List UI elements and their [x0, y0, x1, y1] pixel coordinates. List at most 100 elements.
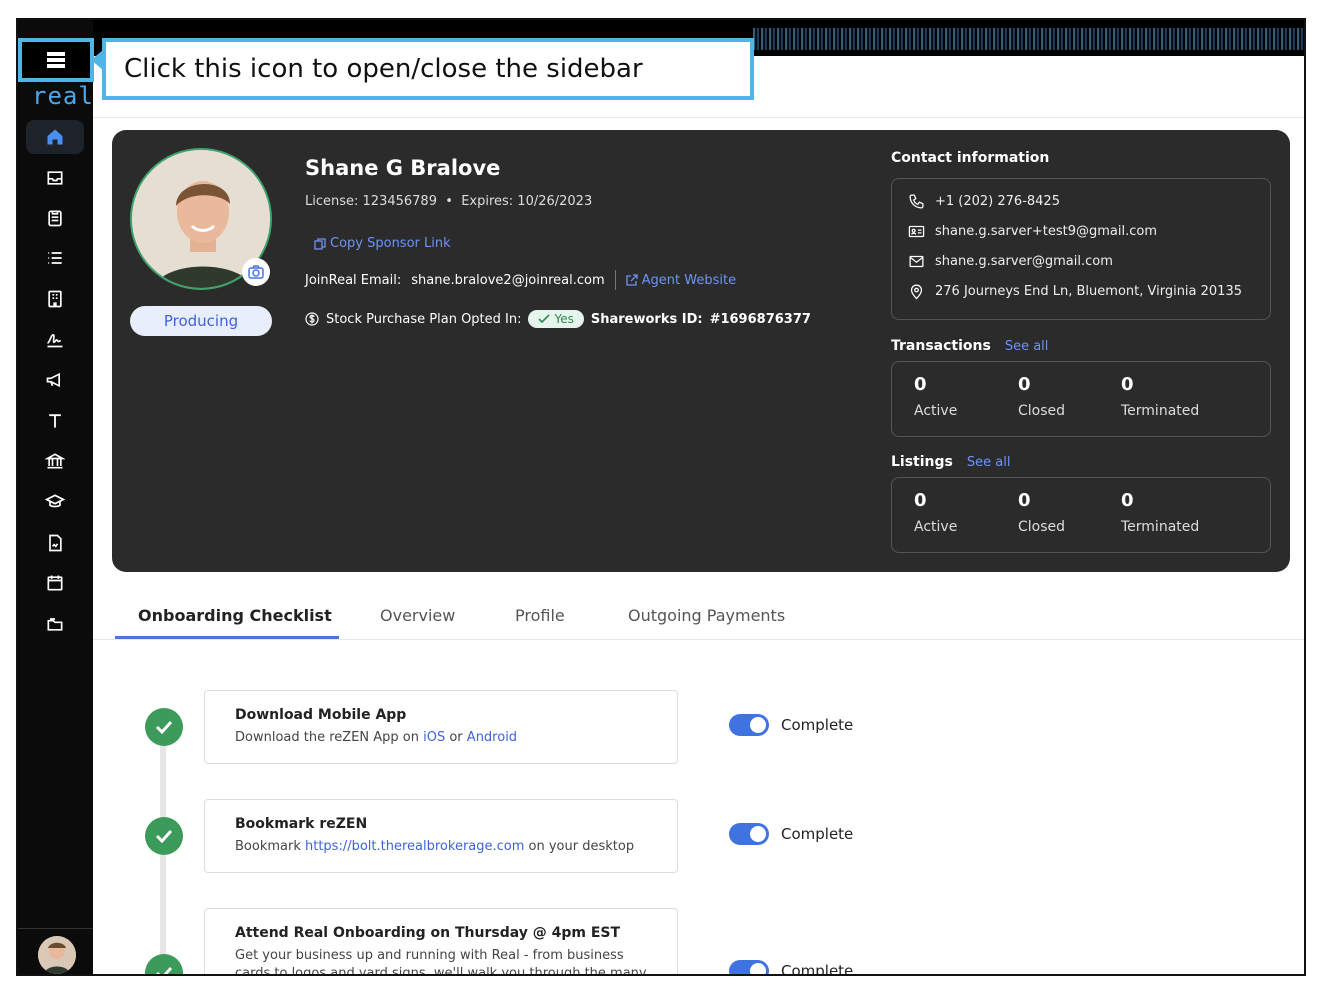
transactions-closed: 0 Closed — [1018, 374, 1065, 419]
tab-onboarding-checklist[interactable]: Onboarding Checklist — [138, 606, 332, 625]
check-icon — [155, 829, 173, 843]
checklist-item-title: Download Mobile App — [235, 707, 407, 723]
listings-see-all-link[interactable]: See all — [967, 455, 1011, 470]
list-icon — [48, 252, 62, 264]
building-icon — [48, 290, 62, 308]
header-divider — [93, 117, 1304, 118]
topbar-texture — [753, 28, 1304, 50]
agent-website-label: Agent Website — [641, 272, 737, 288]
stat-value: 0 — [1121, 490, 1134, 511]
transactions-terminated: 0 Terminated — [1121, 374, 1199, 419]
stock-plan-badge: Yes — [528, 310, 584, 328]
change-photo-button[interactable] — [242, 258, 270, 286]
step-complete-indicator — [145, 954, 183, 974]
home-icon — [47, 129, 63, 145]
sidebar-item-documents[interactable] — [26, 526, 84, 560]
complete-toggle[interactable] — [729, 960, 769, 974]
desc-text: Download the reZEN App on — [235, 730, 424, 745]
android-link[interactable]: Android — [467, 730, 517, 745]
check-icon — [538, 314, 551, 324]
stat-value: 0 — [1018, 490, 1031, 511]
transactions-title: Transactions — [891, 338, 991, 354]
contact-box: +1 (202) 276-8425 shane.g.sarver+test9@g… — [891, 178, 1271, 320]
stock-plan-label: Stock Purchase Plan Opted In: — [326, 311, 522, 327]
text-icon — [49, 414, 61, 428]
checklist-item-title: Attend Real Onboarding on Thursday @ 4pm… — [235, 925, 621, 941]
shareworks-label: Shareworks ID: — [590, 311, 703, 327]
external-link-icon — [625, 274, 638, 286]
sidebar-item-list[interactable] — [26, 241, 84, 275]
bookmark-link[interactable]: https://bolt.therealbrokerage.com — [305, 839, 524, 854]
toggle-label: Complete — [781, 962, 854, 976]
sidebar-divider — [18, 928, 93, 929]
agent-website-link[interactable]: Agent Website — [625, 272, 737, 288]
desc-text: or — [445, 730, 467, 745]
profile-card: Producing Shane G Bralove License: 12345… — [112, 130, 1290, 572]
annotation-callout: Click this icon to open/close the sideba… — [102, 38, 754, 100]
listings-closed: 0 Closed — [1018, 490, 1065, 535]
calendar-icon — [47, 575, 63, 591]
app-window: real Click this icon to open/close the s… — [16, 18, 1306, 976]
camera-icon — [248, 265, 264, 279]
sidebar-toggle-button[interactable] — [18, 38, 94, 82]
sidebar-item-inbox[interactable] — [26, 161, 84, 195]
contact-work-email-row: shane.g.sarver+test9@gmail.com — [908, 223, 1157, 240]
sidebar-item-bank[interactable] — [26, 444, 84, 478]
desc-text: on your desktop — [524, 839, 635, 854]
tab-profile[interactable]: Profile — [515, 606, 565, 625]
stock-plan-row: Stock Purchase Plan Opted In: Yes Sharew… — [305, 310, 811, 328]
sidebar-item-announcements[interactable] — [26, 363, 84, 397]
complete-toggle-row: Complete — [729, 960, 854, 976]
tab-overview[interactable]: Overview — [380, 606, 455, 625]
contact-address: 276 Journeys End Ln, Bluemont, Virginia … — [935, 284, 1242, 299]
joinreal-email-label: JoinReal Email: — [305, 272, 402, 288]
contact-work-email: shane.g.sarver+test9@gmail.com — [935, 224, 1157, 239]
location-pin-icon — [910, 284, 923, 300]
phone-icon — [909, 194, 924, 209]
sidebar-item-home[interactable] — [26, 120, 84, 154]
sidebar-item-text[interactable] — [26, 404, 84, 438]
transactions-header: Transactions See all — [891, 338, 1048, 354]
complete-toggle[interactable] — [729, 823, 769, 845]
ios-link[interactable]: iOS — [423, 730, 445, 745]
stat-label: Active — [914, 519, 958, 535]
check-icon — [155, 720, 173, 734]
copy-sponsor-link-label: Copy Sponsor Link — [330, 236, 451, 251]
stat-label: Terminated — [1121, 403, 1200, 419]
checklist-item-description: Bookmark https://bolt.therealbrokerage.c… — [235, 838, 647, 856]
stat-label: Active — [914, 403, 958, 419]
sidebar-item-checklist[interactable] — [26, 201, 84, 235]
toggle-label: Complete — [781, 716, 854, 734]
transactions-see-all-link[interactable]: See all — [1005, 339, 1049, 354]
sidebar-item-learning[interactable] — [26, 485, 84, 519]
tab-outgoing-payments[interactable]: Outgoing Payments — [628, 606, 785, 625]
profile-tabs: Onboarding Checklist Overview Profile Ou… — [93, 590, 1304, 640]
signature-icon — [47, 333, 63, 348]
contact-address-row: 276 Journeys End Ln, Bluemont, Virginia … — [908, 283, 1242, 300]
complete-toggle-row: Complete — [729, 714, 853, 736]
step-complete-indicator — [145, 708, 183, 746]
checklist-item-description: Get your business up and running with Re… — [235, 948, 647, 976]
user-avatar[interactable] — [38, 936, 76, 974]
copy-sponsor-link[interactable]: Copy Sponsor Link — [314, 236, 451, 251]
sidebar-item-folders[interactable] — [26, 607, 84, 641]
listings-active: 0 Active — [914, 490, 957, 535]
sidebar-item-signature[interactable] — [26, 322, 84, 356]
joinreal-email: shane.bralove2@joinreal.com — [411, 272, 605, 288]
bullet-separator: • — [441, 194, 462, 209]
mail-icon — [909, 255, 924, 268]
license-number: License: 123456789 — [305, 194, 437, 209]
checklist-item: Bookmark reZEN Bookmark https://bolt.the… — [204, 799, 678, 873]
status-badge: Producing — [130, 306, 272, 336]
agent-name: Shane G Bralove — [305, 156, 501, 180]
desc-text: Bookmark — [235, 839, 305, 854]
contact-title: Contact information — [891, 150, 1050, 166]
sidebar-item-building[interactable] — [26, 282, 84, 316]
transactions-active: 0 Active — [914, 374, 957, 419]
sidebar-item-calendar[interactable] — [26, 566, 84, 600]
checklist-item-description: Download the reZEN App on iOS or Android — [235, 729, 647, 747]
license-info: License: 123456789 • Expires: 10/26/2023 — [305, 194, 592, 209]
document-icon — [49, 534, 62, 552]
checklist-item: Download Mobile App Download the reZEN A… — [204, 690, 678, 764]
complete-toggle[interactable] — [729, 714, 769, 736]
